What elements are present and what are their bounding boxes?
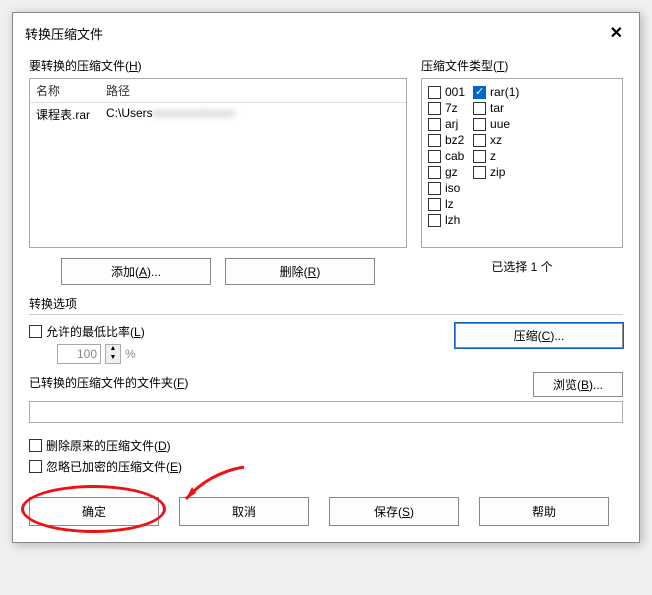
col-name-header[interactable]: 名称 (36, 82, 106, 99)
type-label: 001 (445, 85, 465, 99)
dialog-content: 要转换的压缩文件(H) 名称 路径 课程表.rar C:\Users\xxxxx… (13, 53, 639, 542)
type-label: gz (445, 165, 458, 179)
checkbox-icon (428, 118, 441, 131)
type-checkbox-tar[interactable]: tar (473, 101, 519, 115)
delete-original-checkbox[interactable]: 删除原来的压缩文件(D) (29, 437, 623, 454)
compress-button[interactable]: 压缩(C)... (455, 323, 623, 348)
type-label: z (490, 149, 496, 163)
type-label: tar (490, 101, 504, 115)
type-label: zip (490, 165, 505, 179)
options-section-label: 转换选项 (29, 295, 623, 312)
type-list: 001 7z arj bz2 cab gz iso lz lzh rar(1) tar uue xz z… (421, 78, 623, 248)
remove-button[interactable]: 删除(R) (225, 258, 375, 285)
dialog-buttons: 确定 取消 保存(S) 帮助 (29, 497, 623, 526)
type-label: rar(1) (490, 85, 519, 99)
files-label: 要转换的压缩文件(H) (29, 57, 407, 74)
types-panel: 压缩文件类型(T) 001 7z arj bz2 cab gz iso lz lzh rar(1… (421, 57, 623, 285)
type-checkbox-001[interactable]: 001 (428, 85, 465, 99)
checkbox-icon (428, 134, 441, 147)
type-checkbox-iso[interactable]: iso (428, 181, 465, 195)
type-col-2: rar(1) tar uue xz z zip (473, 85, 519, 241)
type-checkbox-lz[interactable]: lz (428, 197, 465, 211)
type-checkbox-7z[interactable]: 7z (428, 101, 465, 115)
checkbox-icon (473, 150, 486, 163)
checkbox-icon (473, 134, 486, 147)
type-label: lz (445, 197, 454, 211)
checkbox-icon (428, 166, 441, 179)
dialog-title: 转换压缩文件 (25, 24, 103, 43)
type-label: 7z (445, 101, 458, 115)
type-checkbox-arj[interactable]: arj (428, 117, 465, 131)
separator (29, 314, 623, 315)
type-col-1: 001 7z arj bz2 cab gz iso lz lzh (428, 85, 465, 241)
checkbox-icon (29, 439, 42, 452)
checkbox-icon (428, 102, 441, 115)
help-button[interactable]: 帮助 (479, 497, 609, 526)
type-label: iso (445, 181, 460, 195)
checkbox-icon (473, 86, 486, 99)
checkbox-icon (428, 214, 441, 227)
selected-count: 已选择 1 个 (421, 258, 623, 275)
checkbox-icon (473, 102, 486, 115)
close-icon[interactable]: ✕ (602, 21, 631, 45)
save-button[interactable]: 保存(S) (329, 497, 459, 526)
files-panel: 要转换的压缩文件(H) 名称 路径 课程表.rar C:\Users\xxxxx… (29, 57, 407, 285)
checkbox-icon (428, 182, 441, 195)
checkbox-icon (29, 460, 42, 473)
spinner-buttons: ▲ ▼ (105, 344, 121, 364)
types-label: 压缩文件类型(T) (421, 57, 623, 74)
type-label: xz (490, 133, 502, 147)
col-path-header[interactable]: 路径 (106, 82, 400, 99)
type-checkbox-uue[interactable]: uue (473, 117, 519, 131)
convert-archive-dialog: 转换压缩文件 ✕ 要转换的压缩文件(H) 名称 路径 课程表.rar (12, 12, 640, 543)
file-name: 课程表.rar (36, 106, 106, 123)
checkbox-icon (473, 118, 486, 131)
folder-label: 已转换的压缩文件的文件夹(F) (29, 374, 188, 391)
type-label: cab (445, 149, 464, 163)
checkbox-icon (473, 166, 486, 179)
ratio-spinner: ▲ ▼ % (57, 344, 145, 364)
type-checkbox-zip[interactable]: zip (473, 165, 519, 179)
options-row-1: 允许的最低比率(L) ▲ ▼ % 压缩(C)... (29, 323, 623, 364)
type-label: bz2 (445, 133, 464, 147)
checkbox-icon (29, 325, 42, 338)
cancel-button[interactable]: 取消 (179, 497, 309, 526)
add-button[interactable]: 添加(A)... (61, 258, 211, 285)
type-checkbox-xz[interactable]: xz (473, 133, 519, 147)
type-checkbox-z[interactable]: z (473, 149, 519, 163)
file-path: C:\Users\xxxxxxxx\xxxx\ (106, 106, 400, 123)
titlebar: 转换压缩文件 ✕ (13, 13, 639, 53)
type-label: lzh (445, 213, 460, 227)
browse-button[interactable]: 浏览(B)... (533, 372, 623, 397)
allow-ratio-checkbox[interactable]: 允许的最低比率(L) (29, 323, 145, 340)
type-checkbox-lzh[interactable]: lzh (428, 213, 465, 227)
spinner-down-icon[interactable]: ▼ (106, 354, 120, 363)
checkbox-icon (428, 150, 441, 163)
file-buttons: 添加(A)... 删除(R) (29, 258, 407, 285)
type-checkbox-cab[interactable]: cab (428, 149, 465, 163)
type-checkbox-rar1[interactable]: rar(1) (473, 85, 519, 99)
file-list[interactable]: 名称 路径 课程表.rar C:\Users\xxxxxxxx\xxxx\ (29, 78, 407, 248)
skip-encrypted-checkbox[interactable]: 忽略已加密的压缩文件(E) (29, 458, 623, 475)
folder-row: 已转换的压缩文件的文件夹(F) 浏览(B)... (29, 372, 623, 397)
type-checkbox-gz[interactable]: gz (428, 165, 465, 179)
type-label: uue (490, 117, 510, 131)
top-row: 要转换的压缩文件(H) 名称 路径 课程表.rar C:\Users\xxxxx… (29, 57, 623, 285)
type-label: arj (445, 117, 458, 131)
file-list-header: 名称 路径 (30, 79, 406, 103)
ratio-input[interactable] (57, 344, 101, 364)
file-row[interactable]: 课程表.rar C:\Users\xxxxxxxx\xxxx\ (30, 103, 406, 126)
allow-ratio-block: 允许的最低比率(L) ▲ ▼ % (29, 323, 145, 364)
checkbox-icon (428, 198, 441, 211)
percent-label: % (125, 347, 136, 361)
checkbox-icon (428, 86, 441, 99)
extra-checks: 删除原来的压缩文件(D) 忽略已加密的压缩文件(E) (29, 437, 623, 475)
type-checkbox-bz2[interactable]: bz2 (428, 133, 465, 147)
spinner-up-icon[interactable]: ▲ (106, 345, 120, 354)
folder-input[interactable] (29, 401, 623, 423)
ok-button[interactable]: 确定 (29, 497, 159, 526)
